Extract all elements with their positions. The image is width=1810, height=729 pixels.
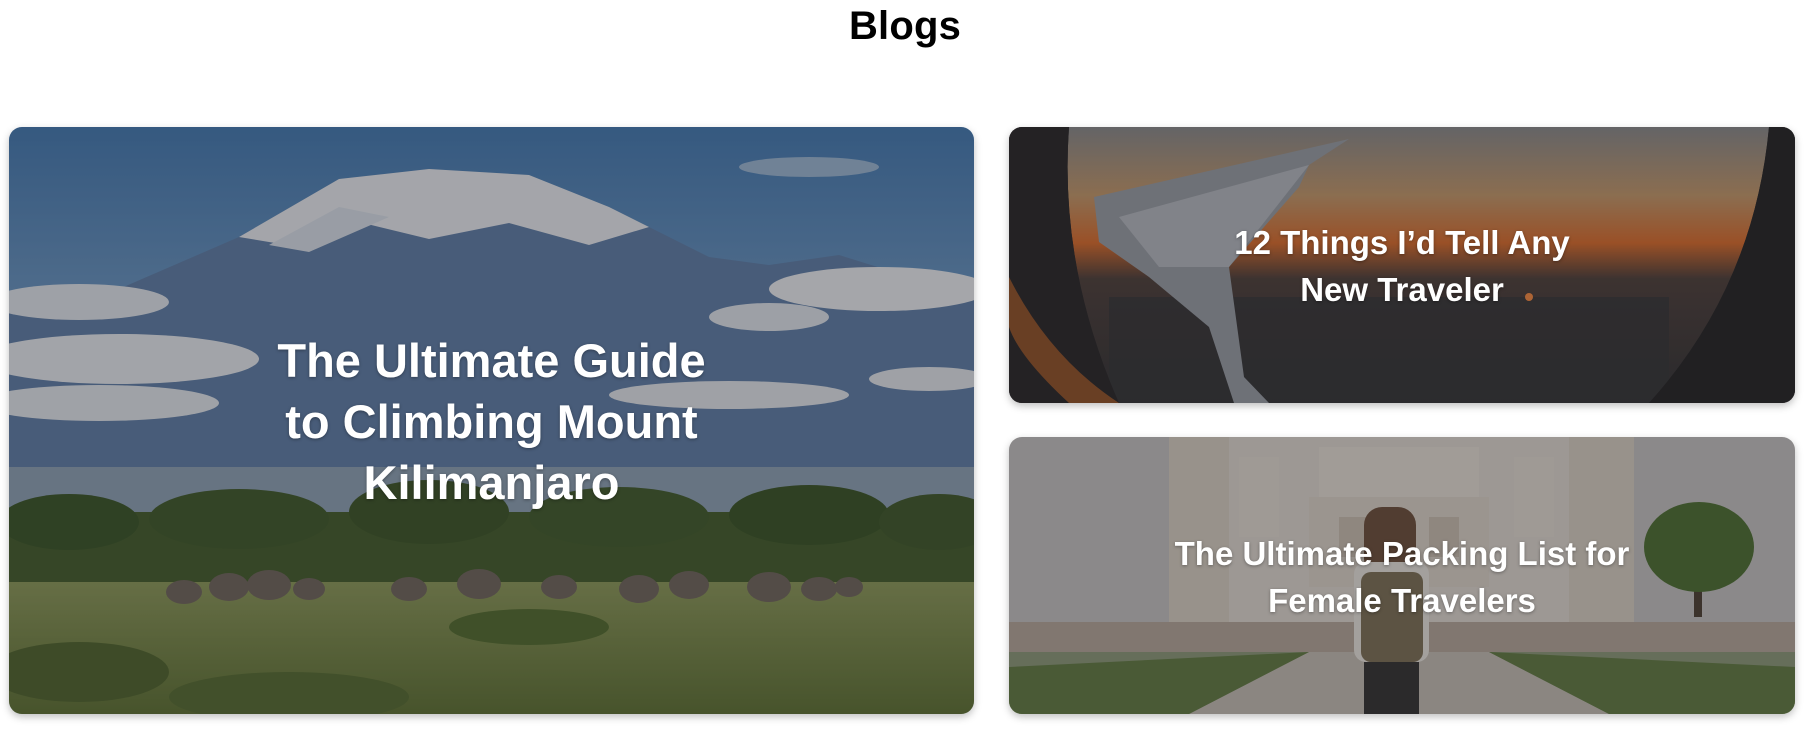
blog-title: The Ultimate Guide to Climbing Mount Kil… [277,334,706,509]
page-title: Blogs [848,4,962,48]
blog-card-packing-list[interactable]: The Ultimate Packing List for Female Tra… [1009,437,1795,714]
blog-card-new-traveler[interactable]: 12 Things I’d Tell Any New Traveler [1009,127,1795,403]
blogs-page: Blogs The Ultimate Guide to Climbing Mou… [0,0,1810,729]
blog-title: 12 Things I’d Tell Any New Traveler [1234,224,1570,308]
blog-card-kilimanjaro[interactable]: The Ultimate Guide to Climbing Mount Kil… [9,127,974,714]
blog-title: The Ultimate Packing List for Female Tra… [1174,535,1630,619]
